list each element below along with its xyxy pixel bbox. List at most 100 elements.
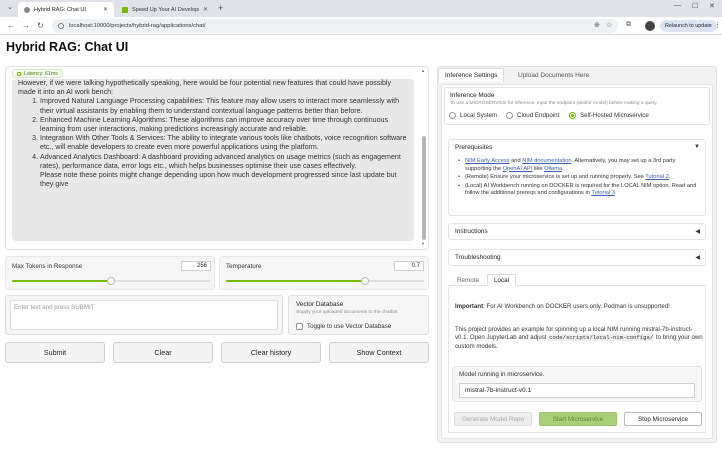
- latency-text: Latency: 61ms: [24, 70, 58, 77]
- troubleshooting-title[interactable]: Troubleshooting: [455, 254, 501, 261]
- instructions-accordion[interactable]: Instructions ◀: [448, 223, 706, 240]
- radio-cloud-endpoint[interactable]: Cloud Endpoint: [506, 112, 559, 119]
- inline-text: (Remote) Ensure your microservice is set…: [465, 174, 646, 181]
- inline-text: .: [562, 165, 564, 172]
- browser-tab-strip: ⌄ Hybrid RAG: Chat UI ✕ Speed Up Your AI…: [0, 0, 722, 17]
- tab-remote[interactable]: Remote: [451, 274, 485, 286]
- nim-early-access-link[interactable]: NIM Early Access: [465, 158, 510, 164]
- list-item: (Remote) Ensure your microservice is set…: [457, 174, 701, 182]
- list-item: Integration With Other Tools & Services:…: [40, 134, 408, 152]
- max-tokens-slider[interactable]: [12, 277, 210, 285]
- forward-icon[interactable]: →: [22, 21, 30, 30]
- relaunch-button[interactable]: Relaunch to update: [660, 20, 717, 32]
- radio-local-system[interactable]: Local System: [449, 112, 497, 119]
- browser-tab-hybrid-rag[interactable]: Hybrid RAG: Chat UI ✕: [18, 2, 114, 17]
- vector-database-checkbox[interactable]: [296, 323, 303, 330]
- prerequisites-list: NIM Early Access and NIM documentation. …: [457, 158, 701, 199]
- clear-button[interactable]: Clear: [113, 342, 213, 363]
- list-item-text: Advanced Analytics Dashboard: A dashboar…: [40, 152, 401, 170]
- tab-local[interactable]: Local: [487, 274, 517, 286]
- inline-text: like: [532, 165, 545, 172]
- url-text: localhost:10000/projects/hybrid-rag/appl…: [69, 23, 206, 29]
- clear-history-button[interactable]: Clear history: [221, 342, 321, 363]
- tutorial-2-link[interactable]: Tutorial 2: [645, 174, 669, 180]
- start-microservice-button[interactable]: Start Microservice: [539, 412, 617, 426]
- site-info-icon[interactable]: [58, 23, 64, 29]
- submit-button[interactable]: Submit: [5, 342, 105, 363]
- inference-mode-group: Inference Mode To use a MICROSERVICE for…: [444, 87, 710, 125]
- minimize-icon[interactable]: —: [674, 2, 681, 9]
- temperature-slider[interactable]: [226, 277, 424, 285]
- tab-inference-settings[interactable]: Inference Settings: [438, 68, 505, 82]
- back-icon[interactable]: ←: [7, 21, 15, 30]
- expand-arrow-icon[interactable]: ◀: [695, 254, 700, 261]
- list-item: Enhanced Machine Learning Algorithms: Th…: [40, 116, 408, 134]
- scroll-down-icon[interactable]: ▼: [421, 241, 425, 246]
- browser-tab-speed-up[interactable]: Speed Up Your AI Development ✕: [116, 2, 214, 17]
- reload-icon[interactable]: ↻: [37, 21, 44, 30]
- scrollbar-thumb[interactable]: [422, 136, 426, 240]
- max-tokens-control: Max Tokens in Response 256: [5, 256, 215, 290]
- scroll-up-icon[interactable]: ▲: [421, 68, 425, 73]
- close-tab-icon[interactable]: ✕: [103, 6, 108, 13]
- stop-microservice-button[interactable]: Stop Microservice: [624, 412, 702, 426]
- expand-arrow-icon[interactable]: ◀: [695, 228, 700, 235]
- radio-self-hosted-microservice[interactable]: Self-Hosted Microservice: [569, 112, 649, 119]
- slider-fill: [226, 280, 365, 282]
- temperature-value[interactable]: 0.7: [394, 261, 424, 271]
- radio-circle[interactable]: [449, 112, 456, 119]
- radio-circle[interactable]: [506, 112, 513, 119]
- list-item: Improved Natural Language Processing cap…: [40, 97, 408, 115]
- prerequisites-accordion: Prerequisites ▼ NIM Early Access and NIM…: [448, 139, 706, 216]
- model-input[interactable]: [459, 383, 695, 398]
- extensions-icon[interactable]: ⧉: [626, 21, 631, 29]
- tab-upload-documents[interactable]: Upload Documents Here: [512, 68, 595, 82]
- inline-text: (Local) AI Workbench running on DOCKER i…: [465, 182, 697, 197]
- prerequisites-title[interactable]: Prerequisites: [455, 144, 492, 151]
- radio-label: Local System: [460, 112, 498, 119]
- bookmark-star-icon[interactable]: ☆: [606, 21, 612, 29]
- address-bar[interactable]: localhost:10000/projects/hybrid-rag/appl…: [52, 19, 618, 33]
- query-input[interactable]: [10, 300, 278, 330]
- max-tokens-value[interactable]: 256: [181, 261, 211, 271]
- local-nim-description: This project provides an example for spi…: [455, 326, 703, 351]
- profile-avatar[interactable]: [645, 21, 655, 31]
- list-item: Advanced Analytics Dashboard: A dashboar…: [40, 153, 408, 190]
- close-window-icon[interactable]: ✕: [709, 2, 715, 10]
- browser-tab-title: Speed Up Your AI Development: [132, 6, 199, 13]
- temperature-label: Temperature: [226, 263, 262, 270]
- tab-search-icon[interactable]: ⌄: [4, 3, 16, 14]
- slider-handle[interactable]: [360, 277, 369, 285]
- message-note: Please note these points might change de…: [40, 171, 397, 189]
- vector-database-checkbox-label[interactable]: Toggle to use Vector Database: [307, 323, 391, 330]
- nim-documentation-link[interactable]: NIM documentation: [522, 158, 571, 164]
- maximize-icon[interactable]: ☐: [692, 2, 698, 10]
- radio-circle-selected[interactable]: [569, 112, 576, 119]
- slider-handle[interactable]: [107, 277, 115, 285]
- new-tab-icon[interactable]: +: [218, 3, 223, 13]
- slider-fill: [12, 280, 111, 282]
- ollama-link[interactable]: Ollama: [544, 166, 562, 172]
- collapse-arrow-icon[interactable]: ▼: [694, 144, 700, 150]
- troubleshooting-accordion[interactable]: Troubleshooting ◀: [448, 249, 706, 266]
- show-context-button[interactable]: Show Context: [329, 342, 429, 363]
- chatbot-panel: Latency: 61ms However, if we were talkin…: [5, 66, 429, 250]
- tutorial-3-link[interactable]: Tutorial 3: [591, 190, 615, 196]
- latency-badge: Latency: 61ms: [12, 69, 63, 78]
- chat-bubble-icon: [17, 71, 21, 76]
- generate-model-repo-button[interactable]: Generate Model Repo: [454, 412, 532, 426]
- browser-toolbar: ← → ↻ localhost:10000/projects/hybrid-ra…: [0, 17, 722, 35]
- inline-text: .: [668, 174, 671, 181]
- openai-api-link[interactable]: OpenAI API: [503, 166, 533, 172]
- close-tab-icon[interactable]: ✕: [203, 6, 208, 13]
- query-input-container: [5, 295, 283, 335]
- zoom-icon[interactable]: ⊕: [594, 21, 600, 29]
- model-field-container: Model running in microservice.: [452, 366, 702, 402]
- max-tokens-label: Max Tokens in Response: [12, 263, 83, 270]
- more-menu-icon[interactable]: ⋮: [714, 21, 721, 29]
- inference-mode-title: Inference Mode: [450, 92, 495, 99]
- chat-scrollbar[interactable]: ▲ ▼: [421, 68, 427, 248]
- browser-tab-title: Hybrid RAG: Chat UI: [34, 6, 86, 13]
- instructions-title[interactable]: Instructions: [455, 228, 488, 235]
- config-path-code: code/scripts/local-nim-configs/: [548, 334, 655, 342]
